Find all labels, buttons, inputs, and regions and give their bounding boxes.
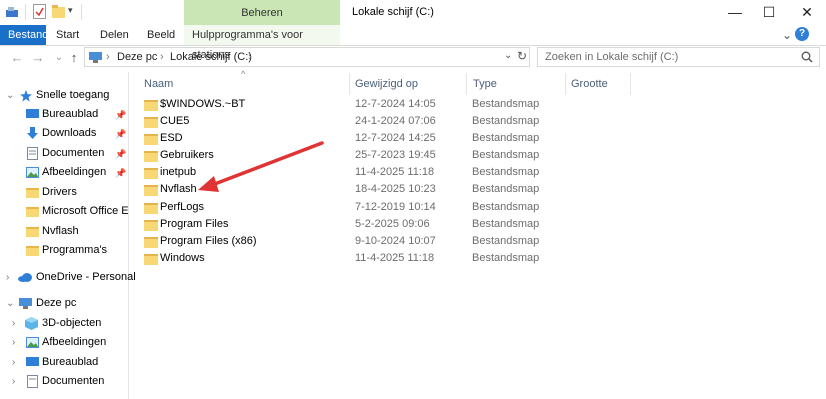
- annotation-arrow: [198, 141, 324, 192]
